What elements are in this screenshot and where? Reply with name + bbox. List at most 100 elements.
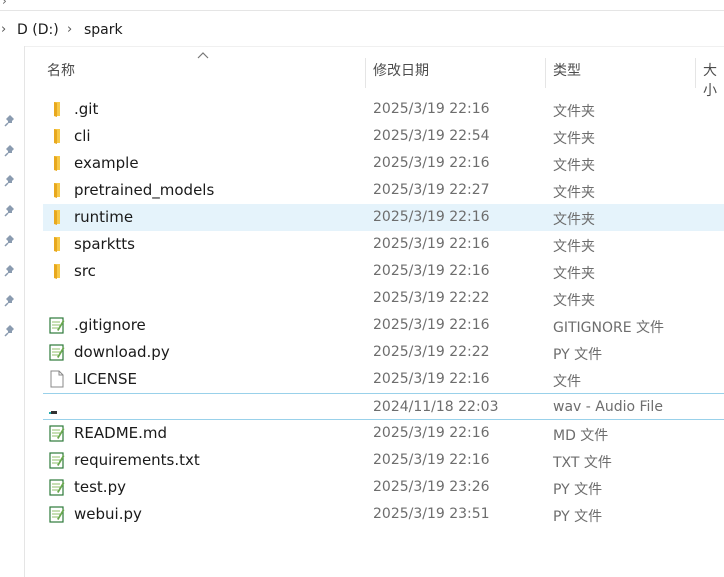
column-separator[interactable]	[695, 58, 696, 88]
file-row[interactable]: pretrained_models 2025/3/19 22:27 文件夹	[43, 177, 724, 204]
folder-icon	[48, 181, 66, 199]
audio-file-icon	[48, 398, 66, 416]
folder-icon	[48, 262, 66, 280]
file-type: 文件	[553, 374, 581, 390]
column-separator[interactable]	[365, 58, 366, 88]
notepad-icon	[48, 343, 66, 361]
chevron-right-icon[interactable]: ›	[1, 22, 6, 37]
file-row[interactable]: download.py 2025/3/19 22:22 PY 文件	[43, 339, 724, 366]
file-row[interactable]: .gitignore 2025/3/19 22:16 GITIGNORE 文件	[43, 312, 724, 339]
pin-icon[interactable]	[3, 114, 17, 128]
breadcrumb: › D (D:) › spark	[0, 18, 724, 44]
pin-icon[interactable]	[3, 174, 17, 188]
file-row[interactable]: sparktts 2025/3/19 22:16 文件夹	[43, 231, 724, 258]
file-type: wav - Audio File	[553, 399, 663, 415]
file-type: 文件夹	[553, 212, 595, 228]
pin-icon[interactable]	[3, 144, 17, 158]
file-row[interactable]: LICENSE 2025/3/19 22:16 文件	[43, 366, 724, 393]
folder-icon	[48, 154, 66, 172]
file-name[interactable]: sparktts	[74, 235, 135, 253]
file-name[interactable]: cli	[74, 127, 91, 145]
file-row[interactable]: .git 2025/3/19 22:16 文件夹	[43, 96, 724, 123]
file-modified-date: 2025/3/19 22:16	[373, 263, 490, 279]
file-row[interactable]: src 2025/3/19 22:16 文件夹	[43, 258, 724, 285]
column-header-type[interactable]: 类型	[553, 60, 581, 86]
file-type: 文件夹	[553, 239, 595, 255]
file-row[interactable]: webui.py 2025/3/19 23:51 PY 文件	[43, 501, 724, 528]
pin-icon[interactable]	[3, 324, 17, 338]
file-modified-date: 2025/3/19 23:51	[373, 506, 490, 522]
notepad-icon	[48, 424, 66, 442]
file-type: PY 文件	[553, 347, 603, 363]
file-modified-date: 2025/3/19 22:16	[373, 209, 490, 225]
file-modified-date: 2025/3/19 22:22	[373, 344, 490, 360]
file-name[interactable]: download.py	[74, 343, 170, 361]
file-modified-date: 2025/3/19 23:26	[373, 479, 490, 495]
file-modified-date: 2025/3/19 22:16	[373, 371, 490, 387]
file-modified-date: 2025/3/19 22:16	[373, 155, 490, 171]
pin-icon[interactable]	[3, 294, 17, 308]
chevron-right-icon[interactable]: ›	[2, 0, 7, 8]
folder-icon	[48, 127, 66, 145]
file-name[interactable]: .git	[74, 100, 98, 118]
file-row[interactable]: requirements.txt 2025/3/19 22:16 TXT 文件	[43, 447, 724, 474]
chevron-right-icon[interactable]: ›	[67, 22, 72, 37]
file-modified-date: 2025/3/19 22:54	[373, 128, 490, 144]
divider	[25, 46, 724, 47]
file-name[interactable]: webui.py	[74, 505, 142, 523]
notepad-icon	[48, 505, 66, 523]
file-type: TXT 文件	[553, 455, 612, 471]
file-type: 文件夹	[553, 104, 595, 120]
file-row[interactable]: cli 2025/3/19 22:54 文件夹	[43, 123, 724, 150]
notepad-icon	[48, 451, 66, 469]
file-name[interactable]: example	[74, 154, 139, 172]
file-type: MD 文件	[553, 428, 609, 444]
file-modified-date: 2025/3/19 22:22	[373, 290, 490, 306]
column-separator[interactable]	[545, 58, 546, 88]
pin-icon[interactable]	[3, 264, 17, 278]
file-type: 文件夹	[553, 293, 595, 309]
file-modified-date: 2025/3/19 22:16	[373, 101, 490, 117]
file-type: 文件夹	[553, 185, 595, 201]
file-type: PY 文件	[553, 509, 603, 525]
column-header-name[interactable]: 名称	[47, 60, 75, 86]
sort-ascending-caret-icon	[197, 52, 209, 59]
file-type: 文件夹	[553, 131, 595, 147]
blank-file-icon	[48, 370, 66, 388]
file-modified-date: 2025/3/19 22:16	[373, 317, 490, 333]
file-row[interactable]: runtime 2025/3/19 22:16 文件夹	[43, 204, 724, 231]
file-row[interactable]: example 2025/3/19 22:16 文件夹	[43, 150, 724, 177]
column-header-size[interactable]: 大小	[703, 60, 724, 99]
file-type: 文件夹	[553, 266, 595, 282]
file-name[interactable]: LICENSE	[74, 370, 137, 388]
file-row[interactable]: 2024/11/18 22:03 wav - Audio File	[43, 393, 724, 420]
file-type: 文件夹	[553, 158, 595, 174]
breadcrumb-drive[interactable]: D (D:)	[17, 22, 59, 38]
file-name[interactable]: requirements.txt	[74, 451, 200, 469]
file-name[interactable]: pretrained_models	[74, 181, 214, 199]
file-row[interactable]: test.py 2025/3/19 23:26 PY 文件	[43, 474, 724, 501]
file-row[interactable]: 2025/3/19 22:22 文件夹	[43, 285, 724, 312]
file-modified-date: 2025/3/19 22:16	[373, 236, 490, 252]
pin-icon[interactable]	[3, 234, 17, 248]
notepad-icon	[48, 478, 66, 496]
file-name[interactable]: src	[74, 262, 96, 280]
folder-icon	[48, 208, 66, 226]
file-icon	[48, 289, 66, 307]
file-name[interactable]: runtime	[74, 208, 133, 226]
file-row[interactable]: README.md 2025/3/19 22:16 MD 文件	[43, 420, 724, 447]
folder-icon	[48, 235, 66, 253]
folder-icon	[48, 100, 66, 118]
file-modified-date: 2025/3/19 22:16	[373, 425, 490, 441]
file-name[interactable]: test.py	[74, 478, 126, 496]
pin-icon[interactable]	[3, 204, 17, 218]
navigation-pane-divider[interactable]	[24, 46, 25, 577]
file-name[interactable]: README.md	[74, 424, 167, 442]
file-type: GITIGNORE 文件	[553, 320, 665, 336]
notepad-icon	[48, 316, 66, 334]
top-strip: ›	[0, 0, 724, 11]
breadcrumb-folder[interactable]: spark	[84, 22, 123, 38]
file-modified-date: 2024/11/18 22:03	[373, 399, 499, 415]
column-header-modified[interactable]: 修改日期	[373, 60, 429, 86]
file-name[interactable]: .gitignore	[74, 316, 146, 334]
